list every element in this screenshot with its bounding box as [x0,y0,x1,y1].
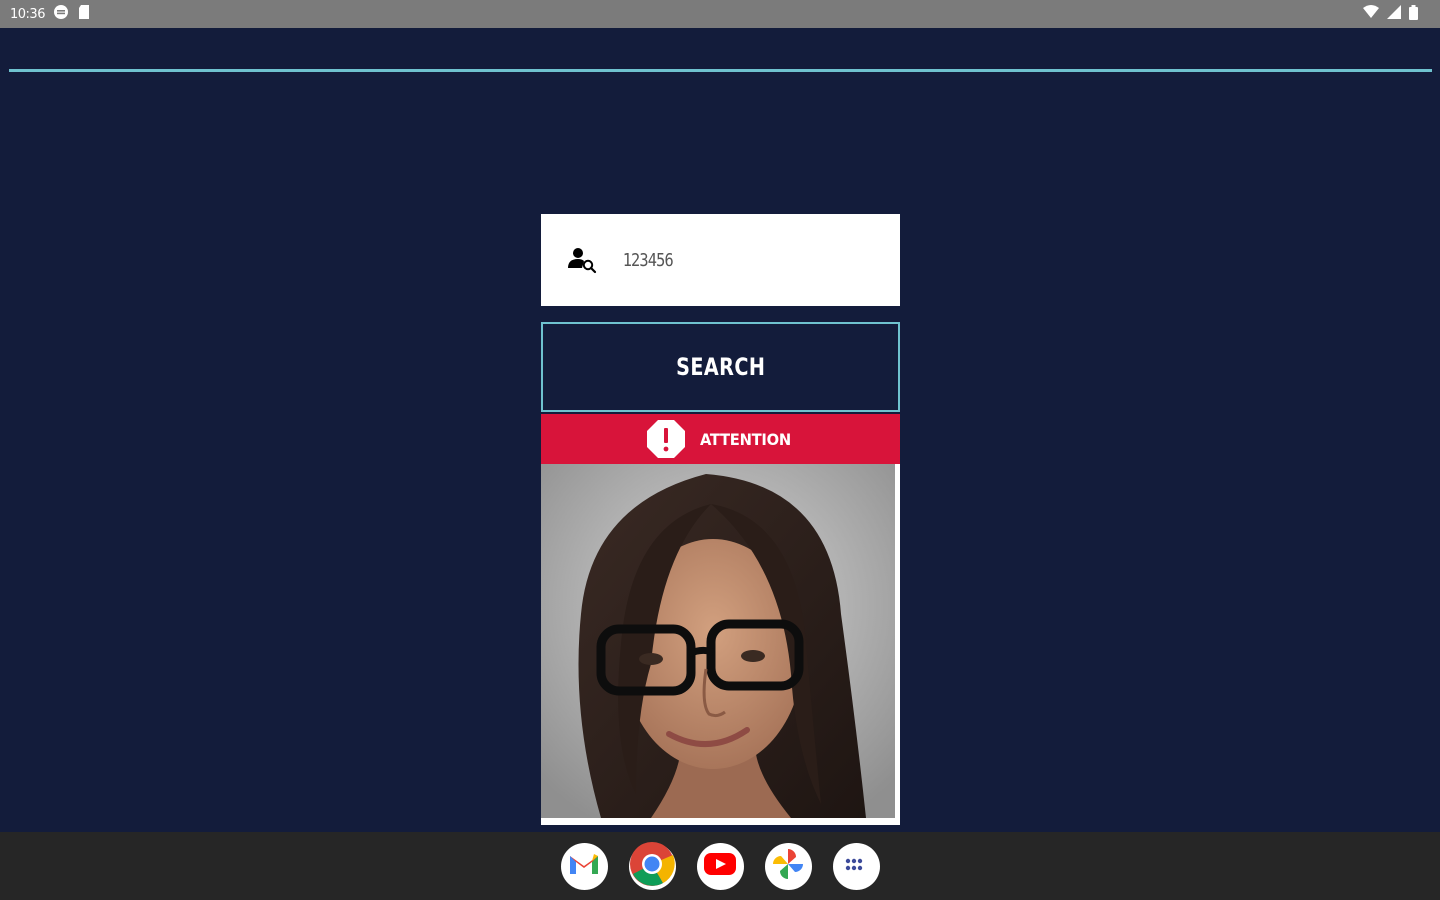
search-input[interactable] [621,248,837,272]
taskbar [0,832,1440,900]
search-button-label: SEARCH [675,353,766,381]
photos-icon [771,847,805,885]
chrome-icon [629,841,675,891]
person-photo [541,464,895,818]
app-drawer-button[interactable] [832,842,880,890]
exclamation-octagon-icon [646,419,686,459]
gmail-app[interactable] [560,842,608,890]
youtube-icon [703,851,737,881]
gmail-icon [568,852,600,880]
sync-icon [53,4,69,24]
battery-icon [1409,4,1418,24]
wifi-icon [1363,5,1379,23]
top-divider [9,69,1432,72]
status-bar: 10:36 [0,0,1440,28]
search-field[interactable] [541,214,900,306]
search-button[interactable]: SEARCH [541,322,900,412]
chrome-app[interactable] [628,841,676,891]
person-search-icon [565,243,599,277]
sd-card-icon [77,4,91,24]
status-left: 10:36 [10,4,91,24]
status-right [1363,4,1418,24]
result-photo-frame [541,464,900,825]
photos-app[interactable] [764,842,812,890]
youtube-app[interactable] [696,842,744,890]
status-time: 10:36 [10,6,45,22]
cell-signal-icon [1387,5,1401,23]
attention-label: ATTENTION [700,429,791,449]
attention-banner: ATTENTION [541,414,900,464]
app-drawer-icon [845,857,867,876]
